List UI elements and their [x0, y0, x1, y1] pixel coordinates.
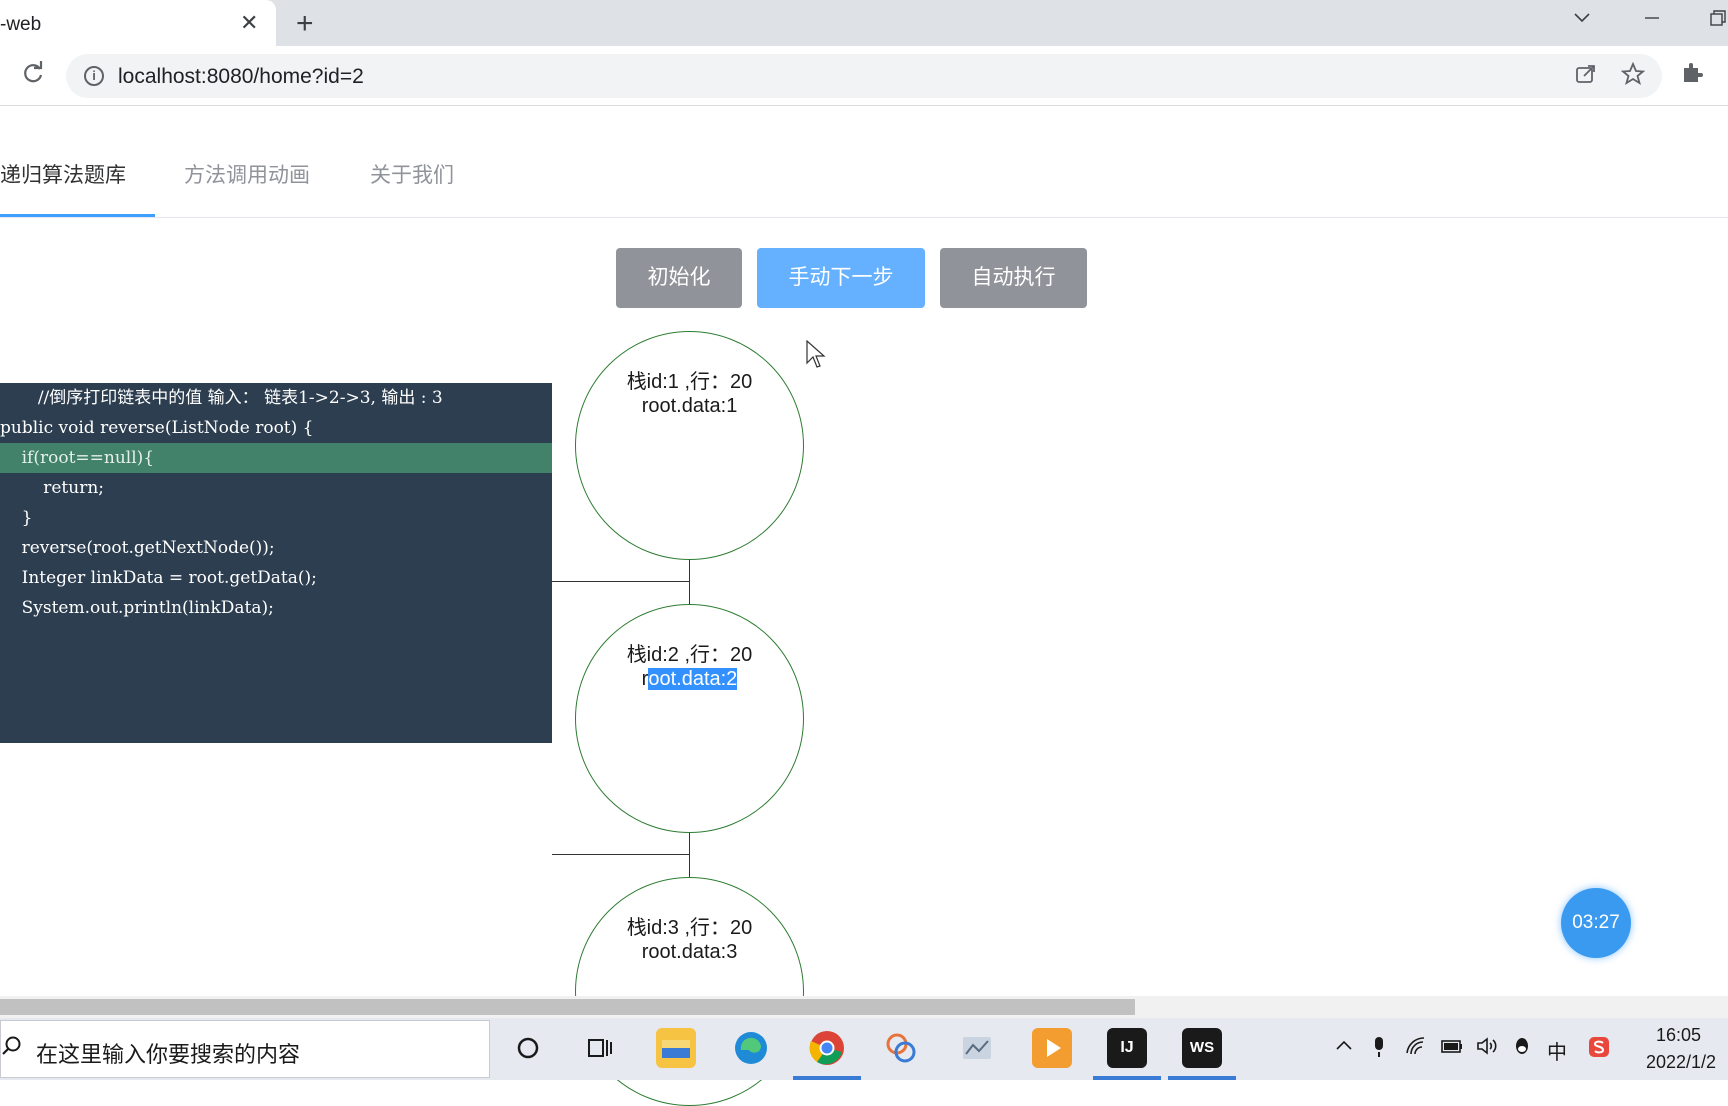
restore-icon[interactable] [1708, 8, 1728, 34]
microphone-icon[interactable] [1369, 1036, 1389, 1064]
connector-line [689, 558, 690, 604]
browser-tabstrip: -web ✕ + [0, 0, 1728, 46]
tray-chevron-up-icon[interactable] [1334, 1036, 1354, 1062]
browser-toolbar: i localhost:8080/home?id=2 [0, 46, 1728, 106]
bookmark-star-icon[interactable] [1620, 61, 1646, 92]
init-button[interactable]: 初始化 [616, 248, 742, 308]
task-view-icon[interactable] [580, 1028, 620, 1068]
stack-frame-label: 栈id:3 ,行：20 [626, 917, 753, 939]
reload-icon[interactable] [20, 60, 46, 91]
connector-line [552, 854, 690, 855]
stack-frame-data: root.data:1 [641, 395, 738, 417]
mouse-cursor-icon [806, 340, 826, 368]
nav-tab-method-animation[interactable]: 方法调用动画 [184, 159, 310, 189]
connector-line [552, 581, 690, 582]
stack-frame-data: root.data:2 [576, 668, 803, 691]
qq-icon[interactable] [1512, 1036, 1532, 1064]
media-icon[interactable] [1032, 1028, 1072, 1068]
scrollbar-thumb[interactable] [0, 999, 1135, 1015]
code-line-highlighted: if(root==null){ [0, 443, 552, 473]
selected-text: oot.data:2 [648, 668, 738, 690]
chrome-icon[interactable] [807, 1028, 847, 1068]
webstorm-icon[interactable]: WS [1182, 1028, 1222, 1068]
volume-icon[interactable] [1476, 1036, 1498, 1062]
share-icon[interactable] [1574, 62, 1598, 92]
code-panel: //倒序打印链表中的值 输入： 链表1->2->3, 输出 : 3 public… [0, 383, 552, 743]
intellij-icon[interactable]: IJ [1107, 1028, 1147, 1068]
auto-run-button[interactable]: 自动执行 [940, 248, 1087, 308]
clock-time[interactable]: 16:05 [1656, 1025, 1701, 1046]
site-info-icon[interactable]: i [84, 66, 104, 86]
stack-frame-label: 栈id:1 ,行：20 [626, 371, 753, 393]
code-line: reverse(root.getNextNode()); [0, 538, 275, 558]
tab-close-icon[interactable]: ✕ [240, 12, 258, 34]
stack-frame-data: root.data:3 [641, 941, 738, 963]
new-tab-button[interactable]: + [296, 9, 314, 39]
minimize-icon[interactable] [1642, 8, 1662, 34]
taskbar-search[interactable]: 在这里输入你要搜索的内容 [0, 1020, 490, 1078]
active-app-indicator [1093, 1076, 1161, 1080]
code-line: public void reverse(ListNode root) { [0, 418, 314, 438]
tab-title: -web [0, 14, 42, 35]
clock-date[interactable]: 2022/1/2 [1646, 1052, 1716, 1073]
app-icon[interactable] [957, 1028, 997, 1068]
edge-icon[interactable] [731, 1028, 771, 1068]
extensions-icon[interactable] [1680, 60, 1704, 90]
stack-frame-node: 栈id:2 ,行：20 root.data:2 [575, 604, 804, 833]
stack-frame-label: 栈id:2 ,行：20 [626, 644, 753, 666]
nav-tab-about-us[interactable]: 关于我们 [370, 159, 454, 189]
next-step-button[interactable]: 手动下一步 [757, 248, 925, 308]
wifi-icon[interactable] [1405, 1036, 1427, 1062]
nav-tab-recursion-problems[interactable]: 递归算法题库 [0, 159, 126, 189]
active-app-indicator [793, 1076, 861, 1080]
ime-indicator[interactable]: 中 [1547, 1036, 1567, 1065]
active-tab-indicator [0, 214, 155, 217]
url-text[interactable]: localhost:8080/home?id=2 [118, 65, 364, 89]
stack-frame-node: 栈id:1 ,行：20 root.data:1 [575, 331, 804, 560]
cortana-icon[interactable] [508, 1028, 548, 1068]
connector-line [689, 831, 690, 877]
active-app-indicator [1168, 1076, 1236, 1080]
code-line: //倒序打印链表中的值 输入： 链表1->2->3, 输出 : 3 [0, 388, 443, 408]
horizontal-scrollbar[interactable] [0, 996, 1728, 1018]
code-line: Integer linkData = root.getData(); [0, 568, 317, 588]
file-explorer-icon[interactable] [656, 1028, 696, 1068]
browser-tab[interactable]: -web ✕ [0, 0, 276, 46]
chevron-down-icon[interactable] [1572, 8, 1592, 34]
sogou-icon[interactable] [1588, 1036, 1610, 1064]
taskbar: 在这里输入你要搜索的内容 IJ WS 中 16:05 2022/1/2 [0, 1018, 1728, 1080]
battery-icon[interactable] [1440, 1036, 1464, 1062]
search-icon [1, 1035, 23, 1066]
app-navbar: 递归算法题库 方法调用动画 关于我们 [0, 107, 1728, 218]
search-placeholder: 在这里输入你要搜索的内容 [36, 1042, 301, 1067]
timer-badge[interactable]: 03:27 [1561, 888, 1631, 958]
code-line: return; [0, 478, 105, 498]
code-line: System.out.println(linkData); [0, 598, 274, 618]
address-bar[interactable]: i localhost:8080/home?id=2 [66, 54, 1662, 98]
app-icon[interactable] [881, 1028, 921, 1068]
code-line: } [0, 508, 33, 528]
